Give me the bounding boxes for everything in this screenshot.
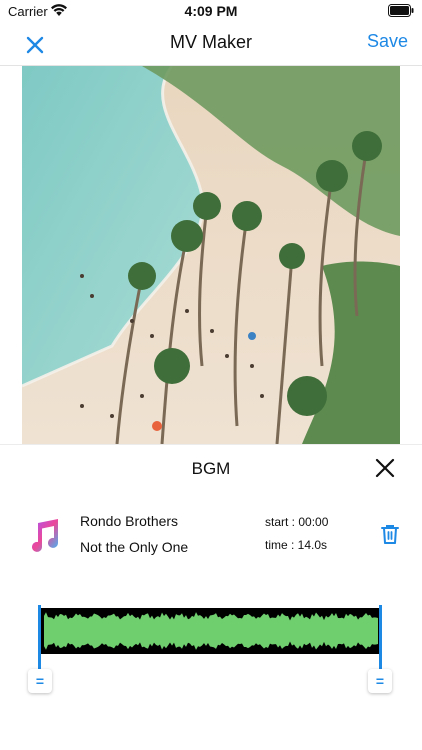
waveform-shape — [44, 612, 378, 650]
duration: time : 14.0s — [265, 538, 328, 552]
track-artist: Rondo Brothers — [80, 513, 179, 529]
audio-waveform[interactable] — [40, 608, 382, 654]
trim-end-marker[interactable] — [379, 605, 382, 669]
close-icon[interactable] — [374, 457, 396, 479]
bgm-panel: BGM Rondo Brothers Not the Only One star… — [0, 444, 422, 750]
nav-bar: MV Maker Save — [0, 24, 422, 66]
status-bar: Carrier 4:09 PM — [0, 0, 422, 24]
clock: 4:09 PM — [184, 3, 238, 19]
music-note-icon — [32, 519, 58, 552]
save-button[interactable]: Save — [367, 31, 408, 52]
trash-icon[interactable] — [380, 523, 400, 545]
trim-end-handle[interactable]: = — [368, 669, 392, 693]
trim-start-handle[interactable]: = — [28, 669, 52, 693]
video-preview-image — [22, 66, 400, 444]
bgm-title: BGM — [191, 459, 231, 478]
start-time: start : 00:00 — [265, 515, 329, 529]
battery-icon — [388, 4, 414, 17]
trim-start-marker[interactable] — [38, 605, 41, 669]
track-title: Not the Only One — [80, 539, 189, 555]
page-title: MV Maker — [169, 32, 252, 52]
